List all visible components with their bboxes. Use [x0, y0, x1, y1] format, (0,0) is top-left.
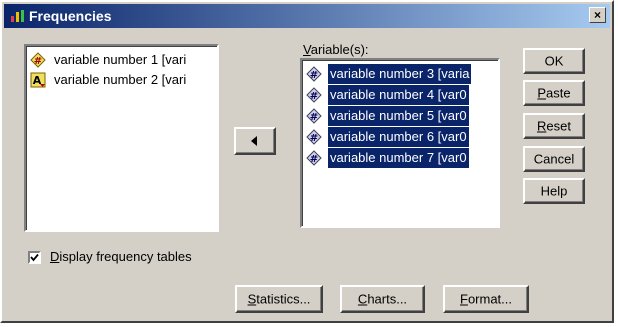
close-icon: ×: [593, 8, 601, 22]
move-variable-button[interactable]: [234, 127, 276, 155]
svg-text:#: #: [310, 154, 318, 165]
title-bar[interactable]: Frequencies ×: [4, 4, 610, 28]
help-button[interactable]: Help: [523, 178, 585, 204]
reset-button[interactable]: Reset: [523, 113, 585, 139]
numeric-variable-icon: #: [30, 52, 46, 68]
close-button[interactable]: ×: [589, 7, 606, 23]
source-item-label: variable number 2 [vari: [54, 72, 187, 87]
left-arrow-icon: [251, 136, 257, 146]
spss-app-icon: [11, 10, 24, 22]
source-variable-list[interactable]: # variable number 1 [vari A variable num…: [24, 44, 219, 232]
target-item-label: variable number 6 [var0: [328, 127, 469, 147]
svg-text:#: #: [310, 112, 318, 123]
source-item-label: variable number 1 [vari: [54, 52, 187, 67]
frequencies-dialog: Frequencies × # variable number 1 [vari …: [0, 0, 614, 323]
format-button[interactable]: Format...: [443, 285, 529, 313]
variables-label: Variable(s):: [303, 42, 369, 57]
window-title: Frequencies: [29, 8, 112, 24]
paste-button[interactable]: Paste: [523, 80, 585, 106]
display-frequency-tables-checkbox[interactable]: [28, 251, 41, 264]
statistics-button[interactable]: Statistics...: [235, 285, 323, 313]
target-item-label: variable number 7 [var0: [328, 148, 469, 168]
numeric-variable-icon: #: [306, 150, 322, 166]
display-frequency-tables-label[interactable]: Display frequency tables: [50, 249, 192, 264]
svg-text:#: #: [310, 91, 318, 102]
svg-text:#: #: [310, 70, 318, 81]
string-variable-icon: A: [30, 72, 46, 88]
checkmark-icon: [30, 253, 39, 262]
svg-text:#: #: [34, 56, 42, 67]
target-item-label: variable number 4 [var0: [328, 85, 469, 105]
cancel-button[interactable]: Cancel: [523, 146, 585, 172]
target-item-label: variable number 5 [var0: [328, 106, 469, 126]
numeric-variable-icon: #: [306, 66, 322, 82]
numeric-variable-icon: #: [306, 87, 322, 103]
numeric-variable-icon: #: [306, 108, 322, 124]
target-variable-list[interactable]: # variable number 3 [varia # variable nu…: [300, 58, 500, 228]
charts-button[interactable]: Charts...: [340, 285, 425, 313]
numeric-variable-icon: #: [306, 129, 322, 145]
ok-button[interactable]: OK: [523, 48, 585, 74]
svg-text:A: A: [33, 74, 42, 87]
svg-text:#: #: [310, 133, 318, 144]
target-item-label: variable number 3 [varia: [328, 64, 472, 84]
